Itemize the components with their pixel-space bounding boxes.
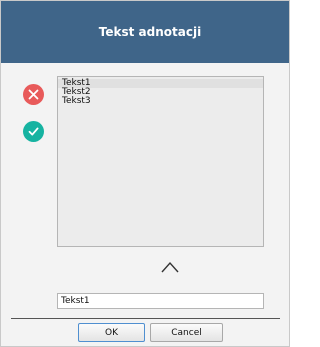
annotation-text-input[interactable] <box>57 293 264 309</box>
divider <box>11 318 280 319</box>
annotation-text-list[interactable]: Tekst1 Tekst2 Tekst3 <box>57 76 264 247</box>
annotation-text-dialog: Tekst adnotacji Tekst1 Tekst2 Tekst3 OK … <box>0 0 290 347</box>
cancel-button[interactable]: Cancel <box>150 323 223 342</box>
ok-button[interactable]: OK <box>78 323 145 342</box>
close-icon <box>28 89 39 100</box>
move-up-button[interactable] <box>159 259 181 275</box>
remove-button[interactable] <box>23 84 44 105</box>
dialog-title: Tekst adnotacji <box>98 25 202 39</box>
check-icon <box>28 127 39 136</box>
accept-button[interactable] <box>23 121 44 142</box>
chevron-up-icon <box>161 261 179 273</box>
list-item[interactable]: Tekst3 <box>58 97 263 106</box>
title-bar: Tekst adnotacji <box>1 1 289 63</box>
